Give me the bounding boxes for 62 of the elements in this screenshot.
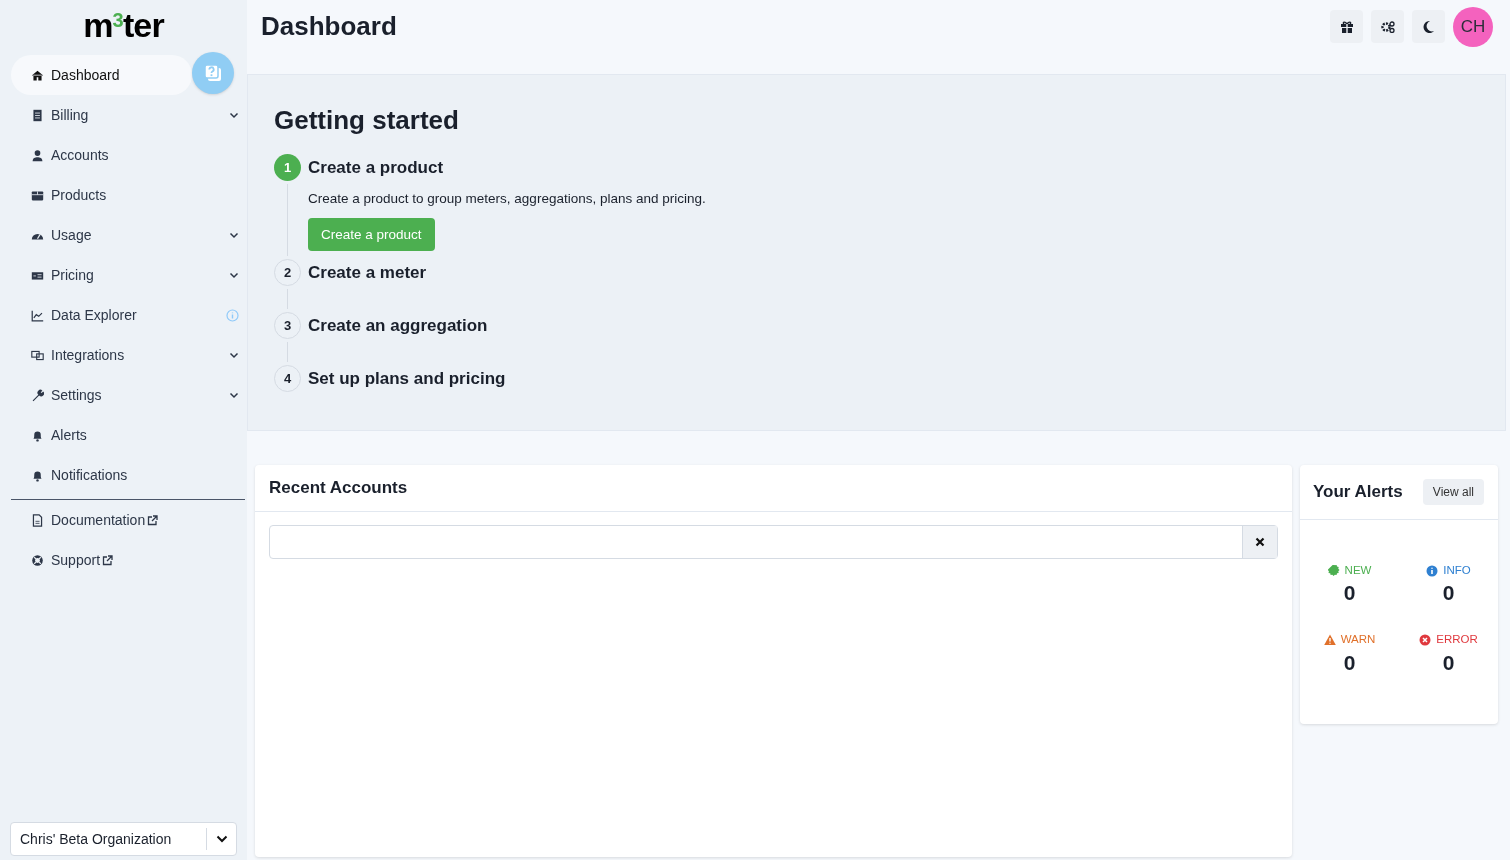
step-number: 2 [274, 259, 301, 287]
nav-item[interactable]: Settings [11, 375, 245, 415]
search-field[interactable] [269, 525, 1278, 559]
nav-item[interactable]: Billing [11, 95, 245, 135]
nav-item[interactable]: Pricing [11, 255, 245, 295]
nav-item[interactable]: Data Explorer [11, 295, 245, 335]
card-title: Recent Accounts [269, 477, 408, 500]
step-number: 1 [274, 154, 301, 181]
close-icon [1255, 537, 1265, 547]
wrench-icon [31, 388, 44, 402]
nav-item[interactable]: Notifications [11, 455, 245, 495]
nav-item[interactable]: Usage [11, 215, 245, 255]
panel-title: Getting started [274, 104, 460, 137]
clear-button[interactable] [1242, 526, 1277, 558]
gift-icon [1339, 19, 1354, 34]
box-icon [31, 188, 44, 202]
dark-mode-button[interactable] [1412, 10, 1445, 43]
nav-item[interactable]: Integrations [11, 335, 245, 375]
nav-item[interactable]: Accounts [11, 135, 245, 175]
line-chart-icon [31, 308, 44, 322]
organization-select[interactable]: Chris' Beta Organization [10, 822, 237, 856]
document-icon [31, 513, 44, 527]
lifebuoy-icon [31, 553, 44, 567]
alert-label: INFO [1443, 563, 1471, 578]
bell-icon [31, 468, 44, 482]
help-icon [203, 63, 223, 83]
moon-icon [1422, 19, 1435, 34]
gift-button[interactable] [1330, 10, 1363, 43]
home-icon [31, 68, 44, 82]
step-title: Create a product [308, 157, 445, 179]
external-link-icon [147, 514, 159, 526]
screens-icon [31, 348, 44, 362]
nav-item[interactable]: Products [11, 175, 245, 215]
external-link-icon [102, 554, 114, 566]
alert-count: 0 [1442, 580, 1455, 607]
nav-link[interactable]: Support [11, 540, 247, 580]
card-title: Your Alerts [1313, 481, 1404, 504]
user-avatar[interactable]: CH [1453, 6, 1493, 47]
nav-link[interactable]: Documentation [11, 500, 247, 540]
alert-label: WARN [1340, 632, 1376, 648]
step-title: Create a meter [308, 262, 427, 285]
step-description: Create a product to group meters, aggregations, plans and pricing. [308, 190, 706, 208]
settings-button[interactable] [1371, 10, 1404, 43]
alert-label: ERROR [1436, 632, 1478, 648]
view-all-button[interactable]: View all [1422, 479, 1484, 505]
nav-item[interactable]: Alerts [11, 415, 245, 455]
page-title: Dashboard [261, 10, 398, 43]
alert-count: 0 [1343, 649, 1356, 676]
alert-label: NEW [1344, 563, 1372, 578]
step-number: 3 [274, 312, 301, 340]
bell-icon [31, 428, 44, 442]
chevron-down-icon [215, 835, 228, 843]
alert-count: 0 [1442, 649, 1455, 676]
nav-item[interactable]: Dashboard [11, 55, 192, 95]
logo: m$^{3}$ter [83, 4, 164, 46]
step-number: 4 [274, 365, 301, 393]
user-icon [31, 148, 44, 162]
alert-count: 0 [1343, 580, 1356, 607]
step-title: Set up plans and pricing [308, 368, 506, 391]
organization-name: Chris' Beta Organization [19, 829, 173, 849]
step-title: Create an aggregation [308, 315, 488, 338]
receipt-icon [31, 108, 44, 122]
